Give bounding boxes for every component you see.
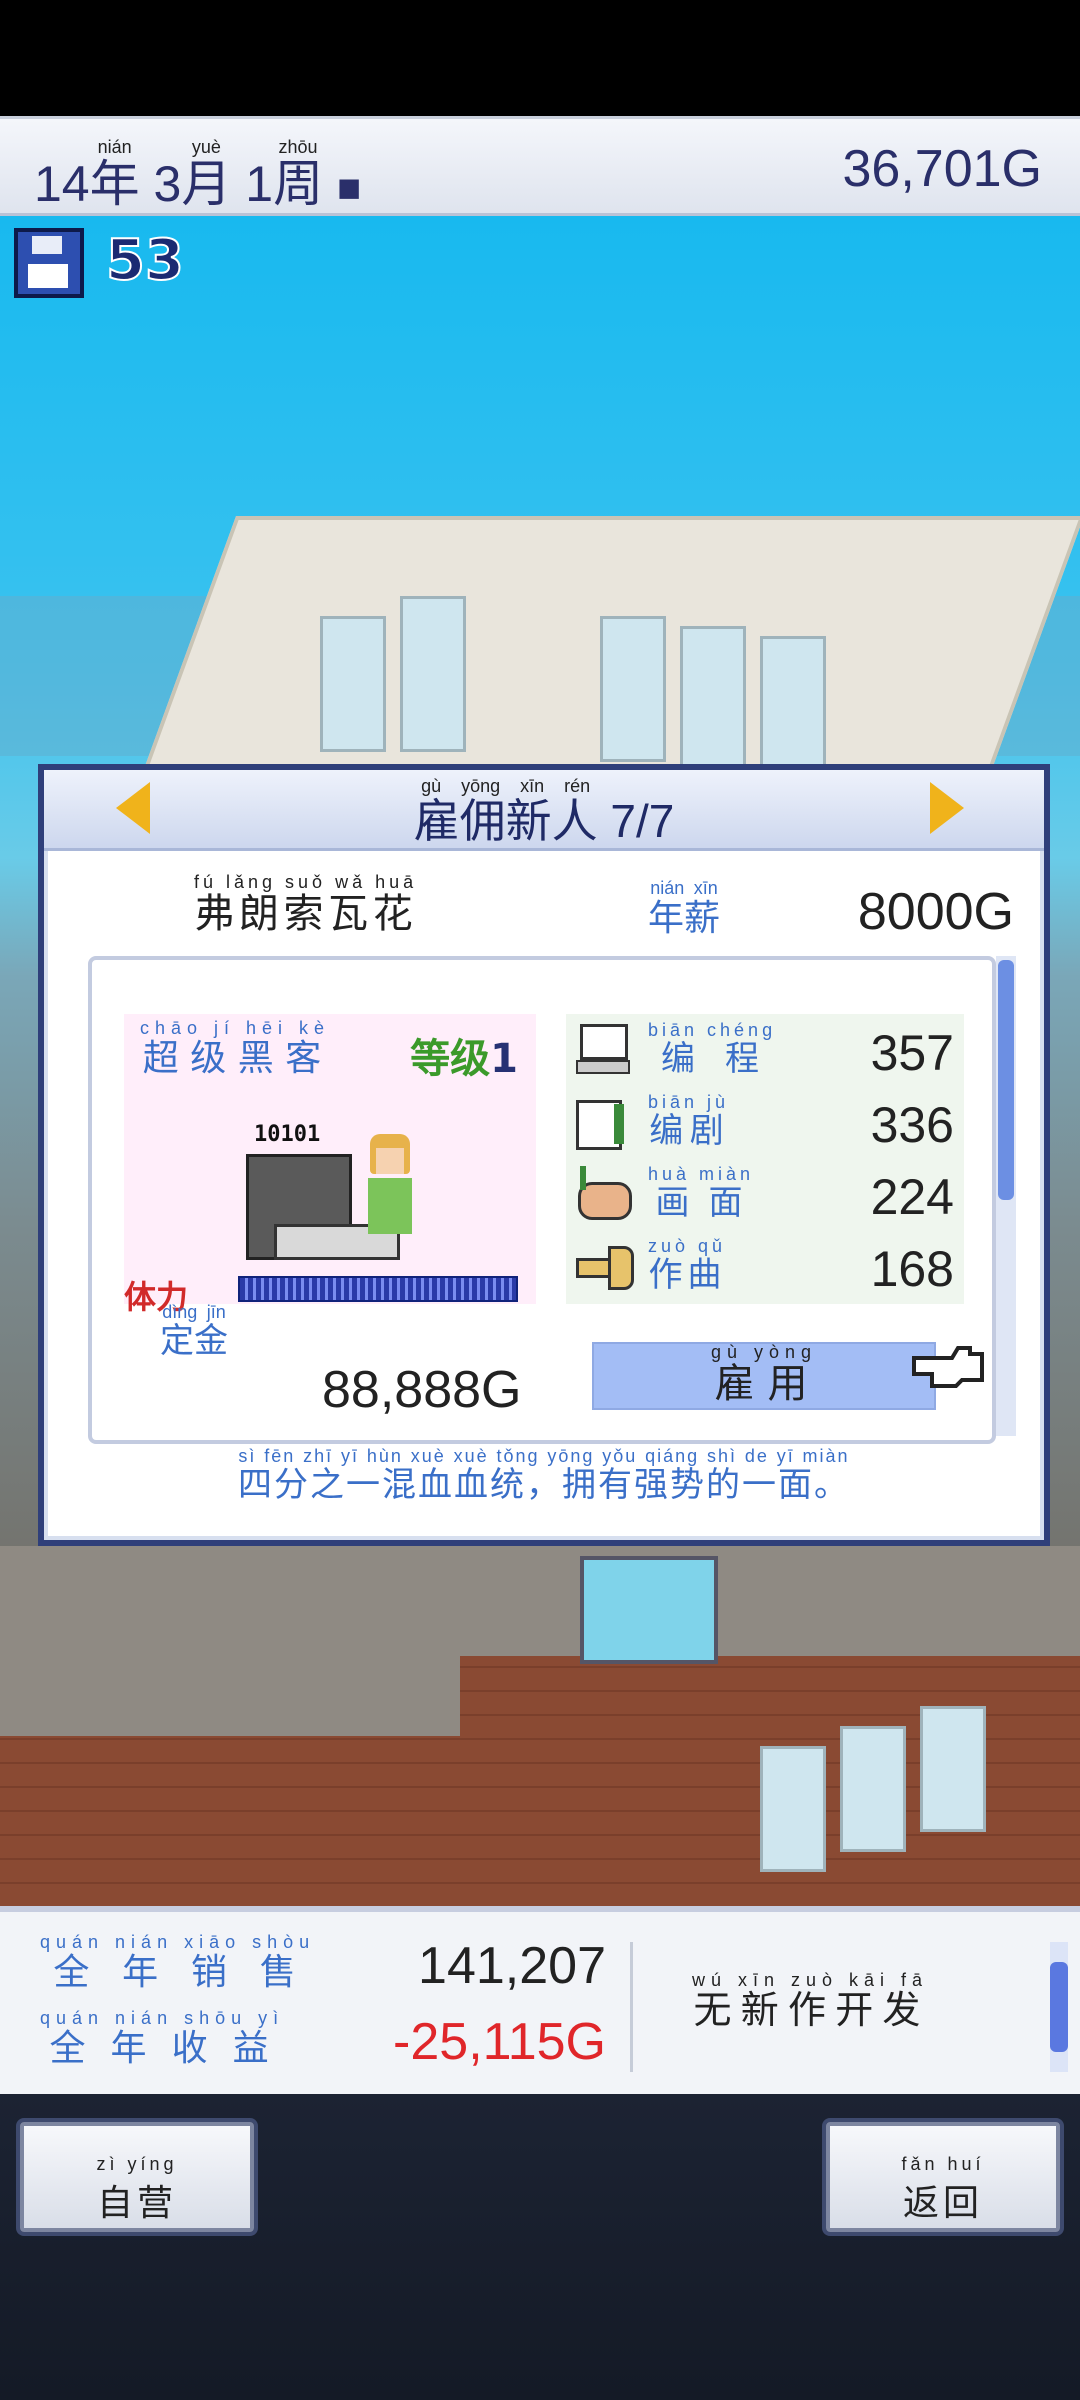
next-candidate-arrow-icon[interactable] bbox=[930, 782, 964, 834]
salary-label: 年薪nián xīn bbox=[648, 878, 721, 938]
stat-row-sound: 作曲zuò qǔ 168 bbox=[566, 1230, 964, 1300]
hire-button[interactable]: 雇用gù yòng bbox=[592, 1342, 936, 1410]
save-count: 53 bbox=[105, 227, 185, 294]
money-display: 36,701G bbox=[842, 140, 1043, 198]
level-badge: 等级1 bbox=[410, 1036, 518, 1082]
trumpet-icon bbox=[574, 1238, 634, 1292]
top-status-bar: 14年nián 3月yuè 1周zhōu ■ 36,701G bbox=[0, 116, 1080, 219]
hire-dialog: 雇佣新人gù yōng xīn rén 7/7 弗朗索瓦花fú lǎng suǒ… bbox=[38, 764, 1050, 1546]
candidate-name: 弗朗索瓦花fú lǎng suǒ wǎ huā bbox=[194, 872, 418, 936]
signing-fee-label: 定金dìng jīn bbox=[160, 1302, 228, 1360]
portrait-panel: 超级黑客chāo jí hēi kè 等级1 10101 体力 bbox=[124, 1014, 536, 1316]
development-status: 无新作开发wú xīn zuò kāi fā bbox=[691, 1970, 929, 2032]
stats-panel: 编程biān chéng 357 编剧biān jù 336 画面huà mià… bbox=[566, 1014, 964, 1304]
stat-label: 编剧biān jù bbox=[648, 1092, 730, 1150]
dialog-title: 雇佣新人gù yōng xīn rén 7/7 bbox=[413, 776, 675, 847]
stat-label: 作曲zuò qǔ bbox=[648, 1236, 727, 1294]
stat-value: 224 bbox=[870, 1169, 954, 1225]
book-icon bbox=[574, 1094, 630, 1150]
self-operate-button[interactable]: 自营zì yíng bbox=[20, 2122, 254, 2232]
annual-profit-label: 全年收益quán nián shōu yì bbox=[40, 2008, 285, 2068]
bottom-nav: 自营zì yíng 返回fǎn huí bbox=[0, 2094, 1080, 2400]
card-scrollbar-thumb[interactable] bbox=[998, 960, 1014, 1200]
signing-fee-value: 88,888G bbox=[322, 1361, 522, 1419]
stat-label: 画面huà miàn bbox=[648, 1164, 755, 1222]
summary-panel: 全年销售quán nián xiāo shòu 141,207 全年收益quán… bbox=[0, 1906, 1080, 2100]
game-date: 14年nián 3月yuè 1周zhōu ■ bbox=[34, 137, 362, 212]
stat-label: 编程biān chéng bbox=[648, 1020, 777, 1078]
candidate-card: 超级黑客chāo jí hēi kè 等级1 10101 体力 编程biān c… bbox=[88, 956, 996, 1444]
palette-icon bbox=[574, 1166, 632, 1220]
stat-value: 357 bbox=[870, 1025, 954, 1081]
pointing-hand-icon bbox=[912, 1340, 986, 1390]
aquarium[interactable] bbox=[580, 1556, 718, 1664]
dialog-header: 雇佣新人gù yōng xīn rén 7/7 bbox=[44, 770, 1044, 851]
annual-sales-label: 全年销售quán nián xiāo shòu bbox=[40, 1932, 316, 1992]
hire-button-label: 雇用gù yòng bbox=[710, 1342, 818, 1406]
stat-row-programming: 编程biān chéng 357 bbox=[566, 1014, 964, 1084]
stat-row-scenario: 编剧biān jù 336 bbox=[566, 1086, 964, 1156]
computer-icon bbox=[574, 1022, 630, 1076]
date-dot: ■ bbox=[336, 166, 362, 210]
stat-row-graphics: 画面huà miàn 224 bbox=[566, 1158, 964, 1228]
annual-profit-value: -25,115G bbox=[393, 2013, 606, 2071]
monitor-text: 10101 bbox=[254, 1122, 321, 1147]
stat-value: 168 bbox=[870, 1241, 954, 1297]
back-button[interactable]: 返回fǎn huí bbox=[826, 2122, 1060, 2232]
job-class: 超级黑客chāo jí hēi kè bbox=[140, 1018, 331, 1078]
annual-sales-value: 141,207 bbox=[418, 1937, 606, 1995]
candidate-description: 四分之一混血血统，拥有强势的一面。sì fēn zhī yī hùn xuè x… bbox=[238, 1446, 850, 1504]
summary-scrollbar-thumb[interactable] bbox=[1050, 1962, 1068, 2052]
character-sprite bbox=[360, 1134, 420, 1254]
divider bbox=[630, 1942, 633, 2072]
save-icon[interactable] bbox=[14, 228, 84, 298]
stat-value: 336 bbox=[870, 1097, 954, 1153]
salary-value: 8000G bbox=[857, 883, 1014, 941]
stamina-bar bbox=[238, 1276, 518, 1302]
